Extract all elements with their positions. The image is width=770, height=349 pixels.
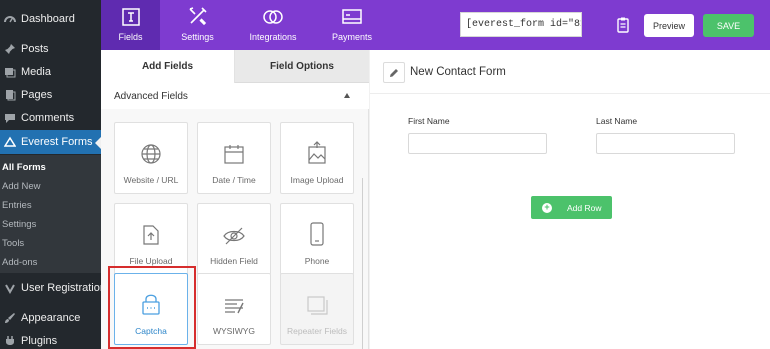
panel-scrollbar[interactable]: [362, 178, 363, 349]
dashboard-icon: [4, 13, 16, 25]
field-hidden-field[interactable]: Hidden Field: [197, 203, 271, 275]
last-name-label: Last Name: [596, 116, 638, 126]
field-label: Phone: [304, 256, 330, 266]
field-image-upload[interactable]: Image Upload: [280, 122, 354, 194]
everest-forms-icon: [4, 136, 16, 148]
menu-item-pages[interactable]: Pages: [0, 83, 101, 107]
menu-item-label: Dashboard: [21, 13, 75, 25]
section-title: Advanced Fields: [114, 90, 188, 102]
clipboard-icon: [617, 17, 629, 33]
fields-icon: [121, 8, 140, 26]
preview-button[interactable]: Preview: [644, 14, 694, 37]
field-wysiwyg[interactable]: WYSIWYG: [197, 273, 271, 345]
submenu-tools[interactable]: Tools: [2, 238, 24, 249]
form-title-row: New Contact Form: [370, 50, 770, 94]
tab-field-options[interactable]: Field Options: [235, 50, 369, 83]
field-label: Date / Time: [212, 175, 256, 185]
brush-icon: [4, 312, 16, 324]
pencil-icon: [390, 68, 398, 77]
form-title: New Contact Form: [410, 66, 506, 78]
editor-icon: [225, 299, 244, 314]
integrations-icon: [263, 10, 283, 24]
fields-panel: Add Fields Field Options Advanced Fields…: [101, 50, 369, 349]
repeater-icon: [307, 296, 328, 315]
submenu-add-new[interactable]: Add New: [2, 181, 41, 192]
tab-label: Payments: [331, 32, 373, 42]
submenu-all-forms[interactable]: All Forms: [2, 162, 46, 173]
collapse-arrow-icon: [344, 93, 350, 98]
plus-icon: +: [542, 202, 552, 213]
tab-label: Integrations: [249, 32, 297, 42]
field-label: Repeater Fields: [286, 326, 347, 336]
save-button[interactable]: SAVE: [703, 14, 754, 37]
field-label: File Upload: [129, 256, 173, 266]
menu-item-label: Media: [21, 66, 51, 78]
menu-item-label: Posts: [21, 43, 49, 55]
edit-title-button[interactable]: [383, 62, 405, 83]
menu-item-dashboard[interactable]: Dashboard: [0, 7, 101, 31]
form-builder-toolbar: Fields Settings Integrations Payments [e…: [101, 0, 770, 50]
pages-icon: [4, 89, 16, 101]
submenu-add-ons[interactable]: Add-ons: [2, 257, 37, 268]
menu-item-label: Pages: [21, 89, 53, 101]
field-captcha[interactable]: Captcha: [114, 273, 188, 345]
calendar-icon: [224, 145, 244, 164]
menu-item-user-registration[interactable]: User Registration: [0, 276, 106, 300]
field-label: Hidden Field: [210, 256, 258, 266]
shortcode-field[interactable]: [everest_form id="81"]: [460, 12, 582, 37]
lock-icon: [142, 294, 160, 315]
field-date-time[interactable]: Date / Time: [197, 122, 271, 194]
pin-icon: [4, 43, 16, 55]
copy-shortcode-button[interactable]: [612, 14, 634, 36]
file-upload-icon: [143, 225, 159, 245]
tab-add-fields[interactable]: Add Fields: [101, 50, 235, 83]
tab-label: Settings: [181, 32, 214, 42]
phone-icon: [310, 222, 324, 246]
payments-icon: [342, 9, 362, 24]
menu-item-comments[interactable]: Comments: [0, 106, 101, 130]
last-name-input[interactable]: [596, 133, 735, 154]
eye-slash-icon: [223, 227, 245, 245]
field-label: Captcha: [135, 326, 167, 336]
first-name-label: First Name: [408, 116, 450, 126]
tab-settings[interactable]: Settings: [170, 0, 225, 50]
menu-item-everest-forms[interactable]: Everest Forms: [0, 130, 101, 154]
menu-item-label: Comments: [21, 112, 75, 124]
tab-integrations[interactable]: Integrations: [245, 0, 301, 50]
menu-item-appearance[interactable]: Appearance: [0, 306, 101, 330]
menu-item-media[interactable]: Media: [0, 60, 101, 84]
field-website-url[interactable]: Website / URL: [114, 122, 188, 194]
menu-item-plugins[interactable]: Plugins: [0, 329, 101, 349]
menu-item-label: Plugins: [21, 335, 58, 347]
field-label: WYSIWYG: [212, 326, 256, 336]
everest-forms-submenu: All Forms Add New Entries Settings Tools…: [0, 155, 101, 273]
user-registration-icon: [4, 282, 16, 294]
menu-item-label: Everest Forms: [21, 136, 93, 148]
form-builder-canvas: New Contact Form First Name Last Name + …: [370, 50, 770, 349]
tab-payments[interactable]: Payments: [324, 0, 380, 50]
comment-icon: [4, 112, 16, 124]
first-name-input[interactable]: [408, 133, 547, 154]
media-icon: [4, 66, 16, 78]
menu-item-posts[interactable]: Posts: [0, 37, 101, 61]
field-label: Image Upload: [290, 175, 344, 185]
advanced-fields-header[interactable]: Advanced Fields: [101, 83, 369, 109]
menu-item-label: User Registration: [21, 282, 106, 294]
globe-icon: [141, 144, 161, 164]
wp-admin-sidebar: Dashboard Posts Media Pages Comments Eve…: [0, 0, 106, 349]
image-upload-icon: [308, 141, 326, 164]
field-file-upload[interactable]: File Upload: [114, 203, 188, 275]
tab-label: Fields: [118, 32, 143, 42]
submenu-entries[interactable]: Entries: [2, 200, 32, 211]
add-row-label: Add Row: [567, 202, 602, 213]
tools-icon: [188, 7, 207, 26]
add-row-button[interactable]: + Add Row: [531, 196, 612, 219]
menu-item-label: Appearance: [21, 312, 81, 324]
field-repeater-fields[interactable]: Repeater Fields: [280, 273, 354, 345]
plugin-icon: [4, 335, 16, 347]
field-label: Website / URL: [123, 175, 179, 185]
tab-fields[interactable]: Fields: [101, 0, 160, 50]
field-phone[interactable]: Phone: [280, 203, 354, 275]
submenu-settings[interactable]: Settings: [2, 219, 36, 230]
